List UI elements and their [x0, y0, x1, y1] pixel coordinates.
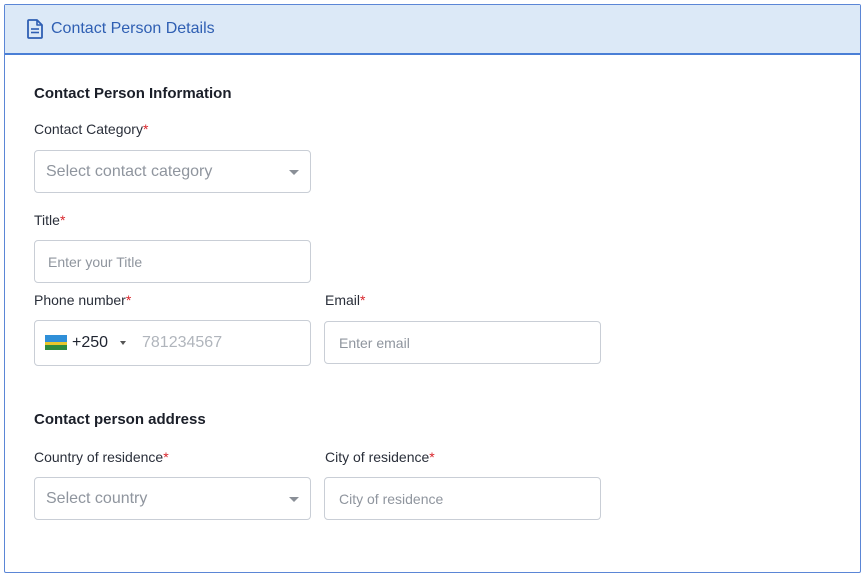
- chevron-down-icon: [289, 170, 299, 175]
- country-label: Country of residence*: [34, 449, 169, 465]
- contact-category-label: Contact Category*: [34, 121, 149, 137]
- title-label: Title*: [34, 212, 66, 228]
- email-label: Email*: [325, 292, 366, 308]
- city-label: City of residence*: [325, 449, 435, 465]
- card-title: Contact Person Details: [51, 20, 215, 37]
- email-placeholder: Enter email: [339, 335, 410, 351]
- title-input[interactable]: Enter your Title: [34, 240, 311, 283]
- phone-input[interactable]: +250 781234567: [34, 320, 311, 366]
- title-placeholder: Enter your Title: [48, 254, 143, 270]
- city-placeholder: City of residence: [339, 491, 444, 507]
- card-header: Contact Person Details: [5, 5, 860, 55]
- country-placeholder: Select country: [46, 490, 148, 507]
- document-icon: [27, 19, 43, 39]
- country-code[interactable]: +250: [72, 334, 108, 352]
- contact-category-placeholder: Select contact category: [46, 163, 213, 180]
- city-input[interactable]: City of residence: [324, 477, 601, 520]
- email-input[interactable]: Enter email: [324, 321, 601, 364]
- country-select[interactable]: Select country: [34, 477, 311, 520]
- rwanda-flag-icon: [45, 335, 67, 350]
- section-title-contact-info: Contact Person Information: [34, 85, 232, 102]
- phone-placeholder: 781234567: [142, 334, 223, 351]
- section-title-address: Contact person address: [34, 411, 206, 428]
- chevron-down-icon: [289, 497, 299, 502]
- contact-category-select[interactable]: Select contact category: [34, 150, 311, 193]
- phone-label: Phone number*: [34, 292, 132, 308]
- country-code-dropdown-icon[interactable]: [120, 341, 126, 345]
